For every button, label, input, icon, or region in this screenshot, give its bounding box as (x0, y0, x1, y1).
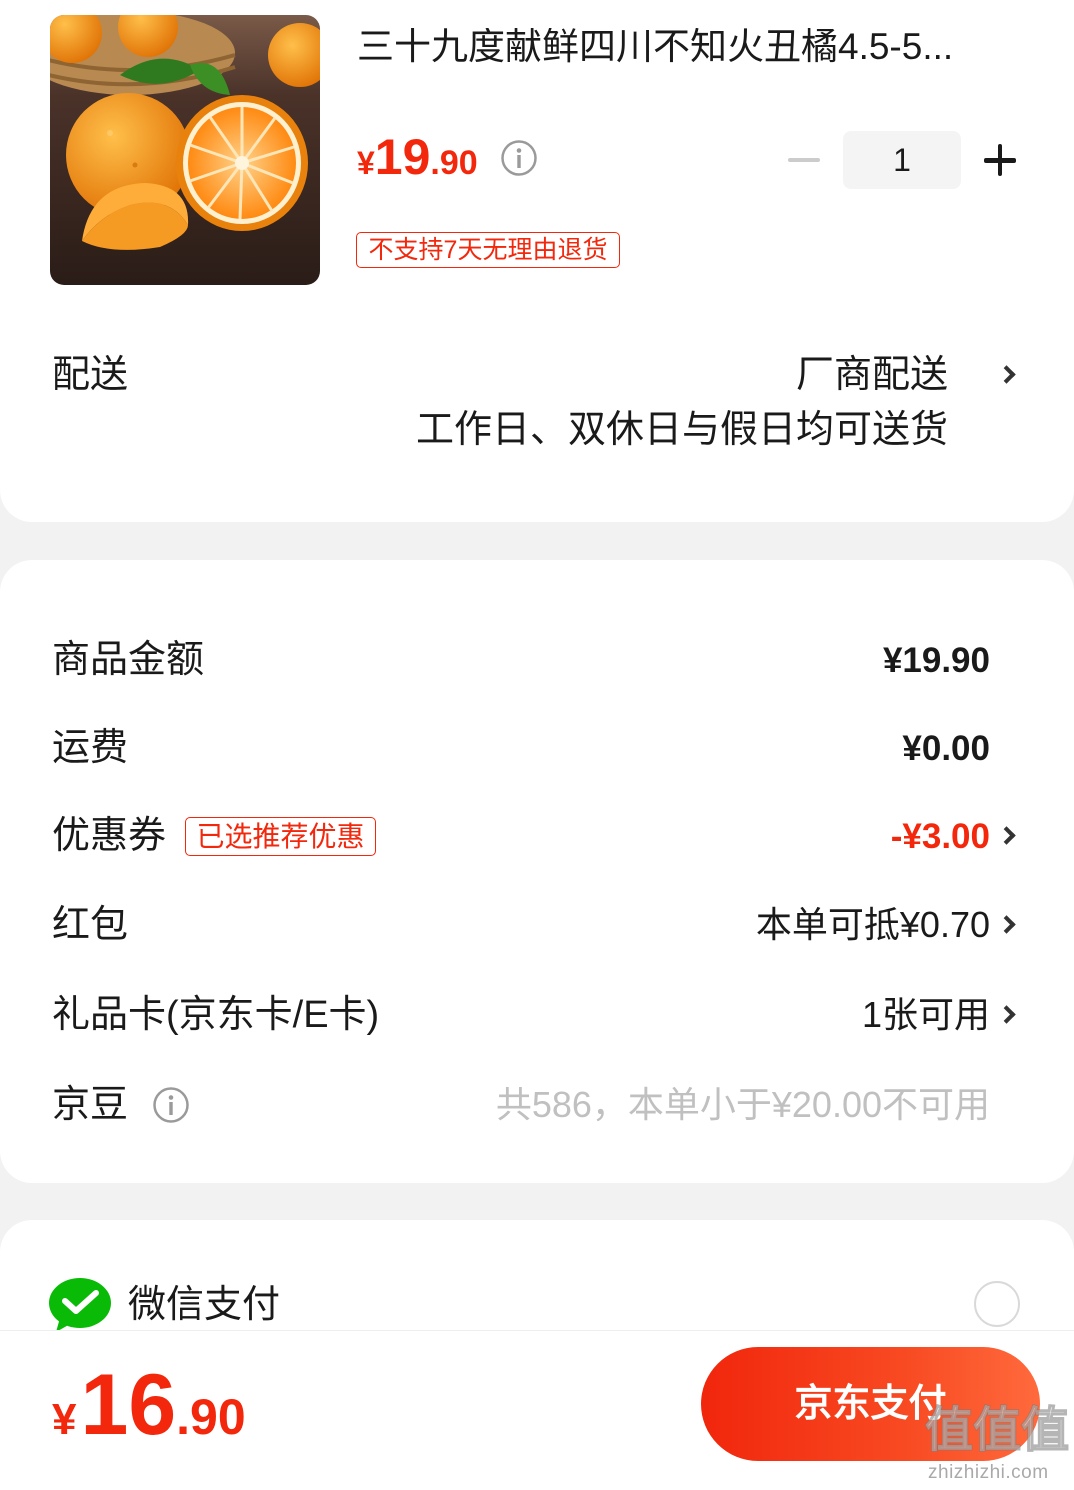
summary-row-label-goods: 商品金额 (52, 639, 205, 681)
quantity-value: 1 (893, 142, 911, 178)
delivery-schedule: 工作日、双休日与假日均可送货 (415, 409, 948, 451)
jingdou-info-icon[interactable] (152, 1086, 190, 1124)
giftcard-chevron-icon[interactable] (997, 1005, 1016, 1024)
summary-row-value-jingdou: 共586，本单小于¥20.00不可用 (495, 1084, 990, 1125)
order-summary-card: 商品金额 ¥19.90 运费 ¥0.00 优惠券 已选推荐优惠 -¥3.00 红… (0, 560, 1074, 1183)
watermark-url: zhizhizhi.com (928, 1462, 1049, 1483)
quantity-decrease-button[interactable] (784, 140, 824, 180)
watermark-logo: 值值值 (924, 1404, 1070, 1457)
product-title[interactable]: 三十九度献鲜四川不知火丑橘4.5-5... (357, 28, 1007, 65)
total-price-symbol: ¥ (52, 1395, 77, 1444)
price-info-icon[interactable] (500, 139, 538, 177)
summary-row-value-goods: ¥19.90 (882, 641, 990, 680)
summary-row-value-shipping: ¥0.00 (902, 729, 990, 768)
orange-photo-icon (50, 15, 320, 285)
summary-row-label-redpacket: 红包 (52, 904, 129, 946)
summary-row-label-giftcard: 礼品卡(京东卡/E卡) (52, 994, 380, 1036)
summary-row-value-redpacket[interactable]: 本单可抵¥0.70 (756, 907, 990, 943)
minus-icon (788, 158, 820, 162)
wechat-pay-label: 微信支付 (128, 1284, 281, 1326)
total-price-integer: 16 (80, 1357, 177, 1453)
total-price-decimal: .90 (176, 1389, 246, 1445)
jd-pay-button-label: 京东支付 (794, 1383, 947, 1425)
delivery-method[interactable]: 厂商配送 (796, 356, 948, 394)
summary-row-label-coupon: 优惠券 (52, 815, 167, 857)
price-symbol: ¥ (357, 145, 375, 181)
wechat-pay-icon (49, 1278, 111, 1332)
delivery-chevron-icon[interactable] (997, 365, 1016, 384)
return-policy-badge: 不支持7天无理由退货 (356, 232, 620, 268)
plus-icon (980, 140, 1020, 180)
total-price: ¥ 16 .90 (52, 1362, 246, 1448)
checkout-bar: ¥ 16 .90 京东支付 值值值 zhizhizhi.com (0, 1330, 1074, 1490)
redpacket-chevron-icon[interactable] (997, 915, 1016, 934)
summary-row-value-giftcard[interactable]: 1张可用 (862, 997, 990, 1033)
delivery-label: 配送 (52, 354, 129, 396)
wechat-pay-radio[interactable] (974, 1281, 1020, 1327)
price-integer: 19 (374, 129, 431, 185)
summary-row-label-shipping: 运费 (52, 727, 129, 769)
coupon-selected-badge: 已选推荐优惠 (185, 817, 376, 856)
summary-row-label-jingdou: 京豆 (52, 1084, 129, 1126)
product-price: ¥ 19 .90 (357, 132, 478, 182)
quantity-input[interactable]: 1 (843, 131, 961, 189)
price-decimal: .90 (430, 144, 478, 182)
coupon-chevron-icon[interactable] (997, 826, 1016, 845)
product-card: 三十九度献鲜四川不知火丑橘4.5-5... ¥ 19 .90 1 不支持7天无理… (0, 0, 1074, 522)
quantity-increase-button[interactable] (980, 140, 1020, 180)
summary-row-value-coupon[interactable]: -¥3.00 (891, 819, 990, 854)
product-image[interactable] (50, 15, 320, 285)
